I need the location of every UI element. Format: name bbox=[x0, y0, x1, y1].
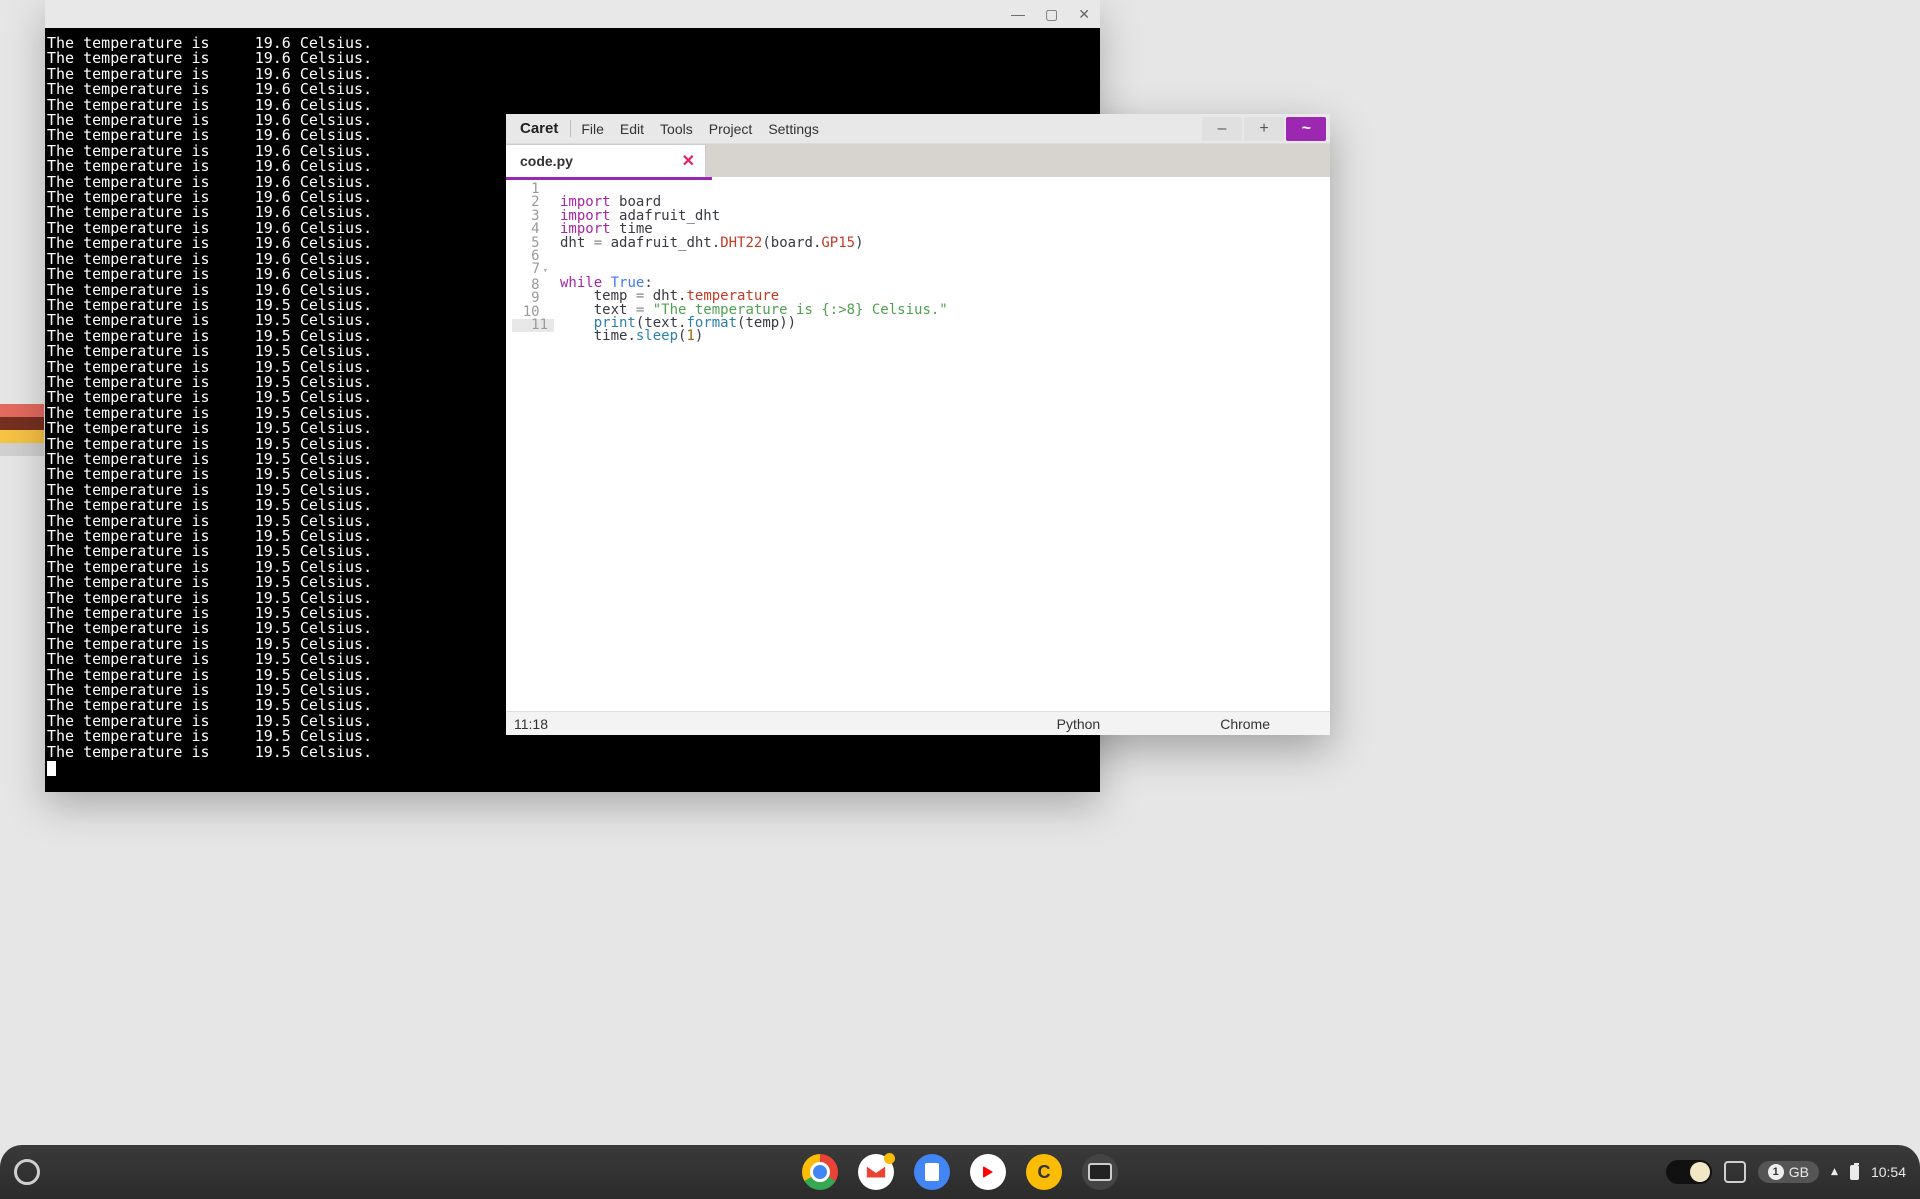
storage-amount: 1 bbox=[1768, 1164, 1784, 1180]
menu-project[interactable]: Project bbox=[709, 121, 753, 137]
app-youtube-icon[interactable] bbox=[970, 1154, 1006, 1190]
titlebar-plus-button[interactable]: + bbox=[1244, 117, 1284, 141]
terminal-titlebar[interactable]: — ▢ ✕ bbox=[45, 0, 1100, 28]
status-language[interactable]: Python bbox=[1057, 716, 1101, 732]
shelf-apps: C bbox=[802, 1154, 1118, 1190]
app-terminal-icon[interactable] bbox=[1082, 1154, 1118, 1190]
code-token: = bbox=[585, 235, 610, 251]
clock[interactable]: 10:54 bbox=[1871, 1164, 1906, 1180]
file-tab-codepy[interactable]: code.py ✕ bbox=[506, 144, 706, 177]
status-cursor-pos: 11:18 bbox=[514, 716, 548, 732]
editor-titlebar[interactable]: Caret File Edit Tools Project Settings –… bbox=[506, 114, 1330, 144]
code-token: ( bbox=[762, 235, 770, 251]
launcher-button[interactable] bbox=[14, 1159, 40, 1185]
editor-window: Caret File Edit Tools Project Settings –… bbox=[506, 114, 1330, 735]
menu-settings[interactable]: Settings bbox=[768, 121, 819, 137]
editor-body[interactable]: 1 2 3 4 5 6 7▾ 8 9 10 11 import board im… bbox=[506, 180, 1330, 711]
code-token: ) bbox=[855, 235, 863, 251]
system-shelf: C 1 GB 10:54 bbox=[0, 1145, 1920, 1199]
code-token: . bbox=[712, 235, 720, 251]
close-button[interactable]: ✕ bbox=[1078, 6, 1090, 23]
status-bar: 11:18 Python Chrome bbox=[506, 711, 1330, 735]
file-tab-label: code.py bbox=[520, 153, 573, 169]
dark-mode-toggle[interactable] bbox=[1666, 1160, 1712, 1184]
decorative-stripe bbox=[0, 404, 44, 456]
titlebar-minus-button[interactable]: – bbox=[1202, 117, 1242, 141]
code-token: ) bbox=[695, 328, 703, 344]
code-token: dht bbox=[560, 235, 585, 251]
app-caret-icon[interactable]: C bbox=[1026, 1154, 1062, 1190]
code-token: board bbox=[771, 235, 813, 251]
wifi-icon[interactable] bbox=[1831, 1164, 1838, 1181]
terminal-cursor bbox=[47, 761, 56, 776]
maximize-button[interactable]: ▢ bbox=[1045, 6, 1058, 23]
app-brand: Caret bbox=[520, 120, 571, 137]
code-token: . bbox=[627, 328, 635, 344]
code-token: time bbox=[594, 328, 628, 344]
code-token: 1 bbox=[686, 328, 694, 344]
app-chrome-icon[interactable] bbox=[802, 1154, 838, 1190]
app-gmail-icon[interactable] bbox=[858, 1154, 894, 1190]
code-token: )) bbox=[779, 315, 796, 331]
phone-hub-icon[interactable] bbox=[1724, 1161, 1746, 1183]
code-area[interactable]: import board import adafruit_dht import … bbox=[554, 180, 1330, 711]
code-token: GP15 bbox=[821, 235, 855, 251]
line-number-gutter: 1 2 3 4 5 6 7▾ 8 9 10 11 bbox=[506, 180, 554, 711]
storage-indicator[interactable]: 1 GB bbox=[1758, 1161, 1819, 1183]
close-tab-icon[interactable]: ✕ bbox=[682, 151, 695, 171]
titlebar-tilde-button[interactable]: ~ bbox=[1286, 117, 1326, 141]
menu-bar: File Edit Tools Project Settings bbox=[581, 121, 819, 137]
code-token: adafruit_dht bbox=[611, 235, 712, 251]
minimize-button[interactable]: — bbox=[1011, 6, 1025, 22]
shelf-status-area[interactable]: 1 GB 10:54 bbox=[1666, 1160, 1906, 1184]
battery-icon[interactable] bbox=[1850, 1165, 1859, 1180]
app-docs-icon[interactable] bbox=[914, 1154, 950, 1190]
code-token: DHT22 bbox=[720, 235, 762, 251]
menu-edit[interactable]: Edit bbox=[620, 121, 644, 137]
status-platform: Chrome bbox=[1220, 716, 1270, 732]
menu-tools[interactable]: Tools bbox=[660, 121, 693, 137]
tab-strip: code.py ✕ bbox=[506, 144, 1330, 177]
storage-unit: GB bbox=[1789, 1164, 1809, 1180]
menu-file[interactable]: File bbox=[581, 121, 604, 137]
code-token: sleep bbox=[636, 328, 678, 344]
code-token: temp bbox=[745, 315, 779, 331]
